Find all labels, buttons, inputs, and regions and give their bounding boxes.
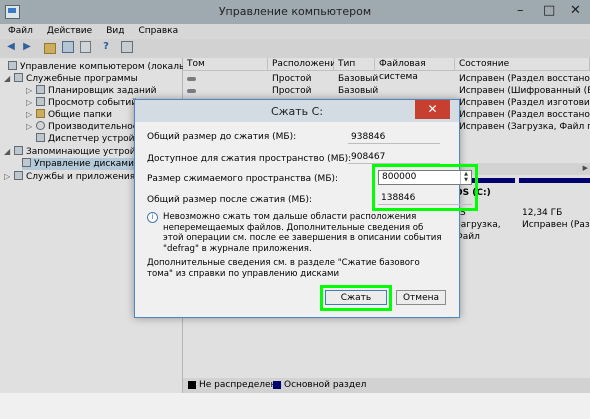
total-before-value: 938846 — [348, 130, 440, 144]
minimize-button[interactable]: – — [517, 4, 524, 18]
total-after-label: Общий размер после сжатия (МБ): — [147, 195, 313, 205]
dialog-close-button[interactable]: ✕ — [415, 100, 450, 119]
info-text: Невозможно сжать том дальше области расп… — [163, 212, 442, 254]
highlight-box-shrink-fields — [372, 164, 478, 211]
info-message: i Невозможно сжать том дальше области ра… — [147, 212, 447, 254]
maximize-button[interactable]: □ — [543, 4, 555, 18]
window-title: Управление компьютером — [218, 5, 372, 18]
total-before-label: Общий размер до сжатия (МБ): — [147, 132, 297, 142]
available-label: Доступное для сжатия пространство (МБ): — [147, 154, 352, 164]
close-button[interactable]: ✕ — [570, 4, 581, 18]
cancel-button[interactable]: Отмена — [396, 290, 446, 305]
window-titlebar: Управление компьютером – □ ✕ — [0, 0, 590, 24]
info-icon: i — [147, 212, 158, 223]
shrink-dialog: Сжать C: ✕ Общий размер до сжатия (МБ): … — [134, 99, 478, 318]
dialog-title: Сжать C: — [270, 105, 324, 118]
shrink-size-label: Размер сжимаемого пространства (МБ): — [147, 174, 339, 184]
shrink-button[interactable]: Сжать — [325, 290, 387, 305]
available-value: 908467 — [348, 150, 440, 164]
dialog-titlebar: Сжать C: ✕ — [135, 100, 459, 122]
more-info-text: Дополнительные сведения см. в разделе "С… — [147, 258, 420, 279]
status-bar — [0, 393, 590, 419]
